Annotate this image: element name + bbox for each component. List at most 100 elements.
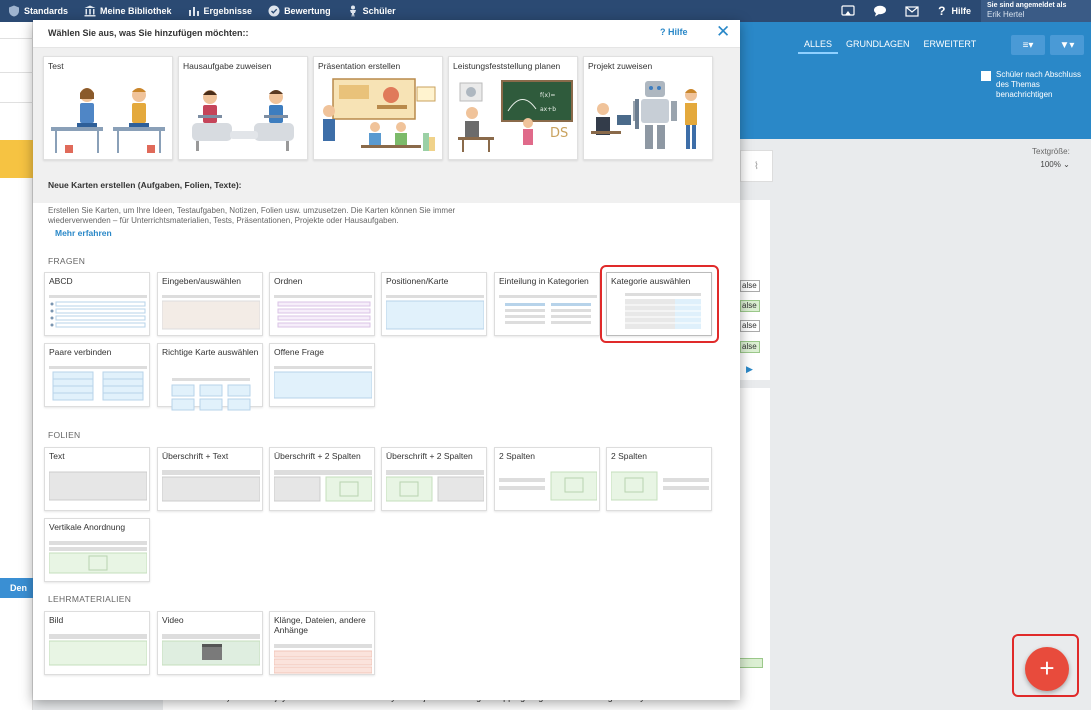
shield-icon bbox=[8, 5, 20, 17]
left-divider bbox=[0, 102, 33, 103]
filter-tab-basics[interactable]: GRUNDLAGEN bbox=[840, 36, 916, 54]
assessment-illustration: f(x)= ax+b DS bbox=[458, 80, 573, 152]
template-open-question[interactable]: Offene Frage bbox=[269, 343, 375, 407]
left-divider bbox=[0, 38, 33, 39]
template-order[interactable]: Ordnen bbox=[269, 272, 375, 336]
false-option[interactable]: alse bbox=[740, 280, 760, 292]
nav-right-group: ? Hilfe Sie sind angemeldet als Erik Her… bbox=[832, 0, 1091, 22]
nav-assessment-label: Bewertung bbox=[284, 6, 331, 16]
template-slide-vertical[interactable]: Vertikale Anordnung bbox=[44, 518, 150, 582]
template-image[interactable]: Bild bbox=[44, 611, 150, 675]
template-label: Positionen/Karte bbox=[386, 276, 449, 286]
template-choose-category[interactable]: Kategorie auswählen bbox=[606, 272, 712, 336]
svg-text:f(x)=: f(x)= bbox=[540, 92, 555, 99]
nav-students[interactable]: Schüler bbox=[339, 0, 404, 22]
action-create-presentation[interactable]: Präsentation erstellen bbox=[313, 56, 443, 160]
nav-help[interactable]: ? Hilfe bbox=[928, 4, 981, 18]
test-illustration bbox=[51, 88, 165, 153]
input-select-thumbnail bbox=[162, 295, 260, 330]
learn-more-link[interactable]: Mehr erfahren bbox=[55, 228, 112, 238]
notify-checkbox[interactable] bbox=[981, 71, 991, 81]
template-label: Überschrift + Text bbox=[162, 451, 229, 461]
nav-assessment[interactable]: Bewertung bbox=[260, 0, 339, 22]
choose-category-thumbnail bbox=[625, 293, 701, 329]
false-option[interactable]: alse bbox=[740, 341, 760, 353]
filter-tab-advanced[interactable]: ERWEITERT bbox=[918, 36, 983, 54]
template-sounds-files[interactable]: Klänge, Dateien, andere Anhänge bbox=[269, 611, 375, 675]
template-slide-heading-two-columns[interactable]: Überschrift + 2 Spalten bbox=[269, 447, 375, 511]
action-plan-assessment[interactable]: Leistungsfeststellung planen f(x)= ax+b … bbox=[448, 56, 578, 160]
template-slide-two-columns-alt[interactable]: 2 Spalten bbox=[606, 447, 712, 511]
slide-two-columns-thumbnail bbox=[274, 470, 372, 502]
template-video[interactable]: Video bbox=[157, 611, 263, 675]
new-cards-description: Erstellen Sie Karten, um Ihre Ideen, Tes… bbox=[48, 206, 456, 225]
nav-library[interactable]: Meine Bibliothek bbox=[76, 0, 180, 22]
false-option[interactable]: alse bbox=[740, 320, 760, 332]
template-label: Paare verbinden bbox=[49, 347, 112, 357]
template-abcd[interactable]: ABCD bbox=[44, 272, 150, 336]
notify-students-option[interactable]: Schüler nach Abschluss des Themas benach… bbox=[981, 70, 1091, 100]
sort-icon: ≡▾ bbox=[1022, 39, 1034, 51]
filter-tab-all[interactable]: ALLES bbox=[798, 36, 839, 54]
nav-standards-label: Standards bbox=[24, 6, 69, 16]
dialog-title: Wählen Sie aus, was Sie hinzufügen möcht… bbox=[48, 28, 249, 38]
template-slide-text[interactable]: Text bbox=[44, 447, 150, 511]
chat-button[interactable] bbox=[864, 0, 896, 22]
nav-results[interactable]: Ergebnisse bbox=[180, 0, 261, 22]
student-icon bbox=[347, 5, 359, 17]
cast-icon bbox=[841, 5, 855, 16]
add-content-dialog: Wählen Sie aus, was Sie hinzufügen möcht… bbox=[33, 20, 740, 700]
false-option[interactable]: alse bbox=[740, 300, 760, 312]
section-label-slides: FOLIEN bbox=[48, 430, 81, 440]
nav-standards[interactable]: Standards bbox=[0, 0, 76, 22]
template-label: Ordnen bbox=[274, 276, 303, 286]
nav-library-label: Meine Bibliothek bbox=[100, 6, 172, 16]
left-action-button[interactable]: Den bbox=[0, 578, 33, 598]
nav-help-label: Hilfe bbox=[951, 6, 971, 16]
sort-button[interactable]: ≡▾ bbox=[1011, 35, 1045, 55]
action-test-label: Test bbox=[48, 61, 64, 71]
template-select-correct-card[interactable]: Richtige Karte auswählen bbox=[157, 343, 263, 411]
chevron-down-icon: ⌄ bbox=[1063, 160, 1070, 169]
project-illustration bbox=[591, 81, 697, 149]
template-label: Text bbox=[49, 451, 65, 461]
open-question-thumbnail bbox=[274, 366, 372, 399]
template-input-select[interactable]: Eingeben/auswählen bbox=[157, 272, 263, 336]
cast-button[interactable] bbox=[832, 0, 864, 22]
add-button[interactable]: + bbox=[1025, 647, 1069, 691]
dialog-help-link[interactable]: ? Hilfe bbox=[660, 27, 688, 37]
mail-icon bbox=[905, 5, 919, 17]
assessment-icon bbox=[268, 5, 280, 17]
bar-chart-icon bbox=[188, 5, 200, 17]
filter-button[interactable]: ▼▾ bbox=[1050, 35, 1084, 55]
action-presentation-label: Präsentation erstellen bbox=[318, 61, 401, 71]
template-slide-heading-two-columns-alt[interactable]: Überschrift + 2 Spalten bbox=[381, 447, 487, 511]
close-icon[interactable]: ✕ bbox=[716, 23, 730, 41]
new-cards-header: Neue Karten erstellen (Aufgaben, Folien,… bbox=[48, 180, 242, 190]
mail-button[interactable] bbox=[896, 0, 928, 22]
action-assign-project[interactable]: Projekt zuweisen bbox=[583, 56, 713, 160]
slide-heading-text-thumbnail bbox=[162, 470, 260, 502]
dialog-help-label: Hilfe bbox=[668, 27, 688, 37]
action-test[interactable]: Test bbox=[43, 56, 173, 160]
template-positions-map[interactable]: Positionen/Karte bbox=[381, 272, 487, 336]
template-label: ABCD bbox=[49, 276, 73, 286]
two-columns-alt-thumbnail bbox=[611, 471, 709, 501]
play-icon[interactable]: ▶ bbox=[746, 364, 753, 375]
template-match-pairs[interactable]: Paare verbinden bbox=[44, 343, 150, 407]
user-menu[interactable]: Sie sind angemeldet als Erik Hertel bbox=[981, 0, 1091, 22]
template-label: Überschrift + 2 Spalten bbox=[274, 451, 361, 461]
template-slide-heading-text[interactable]: Überschrift + Text bbox=[157, 447, 263, 511]
attach-button[interactable]: ⌇ bbox=[740, 150, 773, 182]
presentation-illustration bbox=[323, 78, 436, 151]
template-label: Vertikale Anordnung bbox=[49, 522, 126, 532]
two-columns-thumbnail bbox=[499, 471, 597, 501]
svg-text:DS: DS bbox=[550, 126, 568, 141]
template-slide-two-columns[interactable]: 2 Spalten bbox=[494, 447, 600, 511]
action-assign-homework[interactable]: Hausaufgabe zuweisen bbox=[178, 56, 308, 160]
left-divider bbox=[0, 72, 33, 73]
positions-map-thumbnail bbox=[386, 295, 484, 330]
svg-text:ax+b: ax+b bbox=[540, 106, 556, 113]
template-categorize[interactable]: Einteilung in Kategorien bbox=[494, 272, 600, 336]
text-size-control[interactable]: Textgröße: 100% ⌄ bbox=[1032, 147, 1070, 169]
